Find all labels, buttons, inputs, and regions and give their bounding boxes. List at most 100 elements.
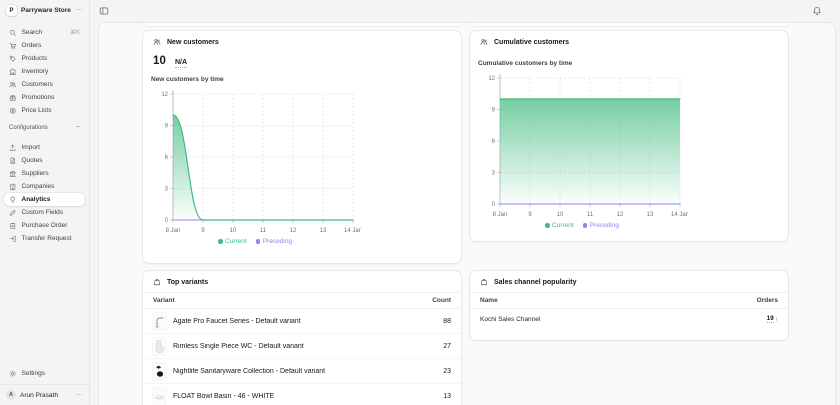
user-menu[interactable]: A Arun Prasath ⋯ — [0, 385, 89, 405]
cart-icon — [9, 42, 17, 50]
store-header: P Parryware Store ⋯ — [0, 0, 89, 19]
variant-name: FLOAT Bowl Basin - 46 - WHITE — [173, 393, 436, 400]
table-row[interactable]: FLOAT Bowl Basin - 46 - WHITE 13 — [143, 384, 461, 405]
store-name[interactable]: Parryware Store — [21, 7, 72, 14]
sidebar-item-purchase-order[interactable]: Purchase Order — [4, 219, 85, 232]
svg-text:10: 10 — [230, 228, 237, 234]
svg-text:0: 0 — [165, 218, 169, 224]
gift-icon — [9, 94, 17, 102]
legend-label: Current — [225, 238, 247, 245]
svg-text:9: 9 — [528, 212, 532, 218]
sales-channel-card: Sales channel popularity Name Orders Koc… — [469, 270, 789, 341]
table-row[interactable]: Kochi Sales Channel 19 ↑ — [470, 309, 788, 329]
svg-text:9: 9 — [201, 228, 205, 234]
sidebar-item-promotions[interactable]: Promotions — [4, 91, 85, 104]
gear-icon — [9, 370, 17, 378]
card-title: Sales channel popularity — [494, 279, 576, 286]
legend-dot-icon — [218, 239, 223, 244]
sidebar-item-label: Companies — [22, 183, 55, 190]
table-row[interactable]: Nightlife Sanitaryware Collection - Defa… — [143, 359, 461, 384]
sidebar-item-label: Import — [22, 144, 40, 151]
sidebar-item-label: Products — [22, 55, 48, 62]
variant-count: 13 — [443, 393, 451, 400]
transfer-icon — [9, 235, 17, 243]
sidebar-item-companies[interactable]: Companies — [4, 180, 85, 193]
sidebar-item-search[interactable]: Search ⌘K — [4, 26, 85, 39]
users-icon — [9, 81, 17, 89]
search-shortcut: ⌘K — [70, 29, 80, 36]
card-header: Top variants — [143, 271, 461, 292]
avatar: A — [6, 390, 16, 400]
scrolled-card-edge — [469, 22, 789, 27]
table-row[interactable]: Rimless Single Piece WC - Default varian… — [143, 334, 461, 359]
office-icon — [9, 183, 17, 191]
svg-text:14 Jan: 14 Jan — [671, 212, 688, 218]
sidebar-item-inventory[interactable]: Inventory — [4, 65, 85, 78]
bag-icon — [480, 278, 488, 286]
variant-thumbnail — [153, 388, 166, 405]
svg-text:13: 13 — [320, 228, 327, 234]
sidebar-item-price-lists[interactable]: Price Lists — [4, 104, 85, 117]
svg-text:11: 11 — [260, 228, 267, 234]
new-customers-card: New customers 10 N/A New customers by ti… — [142, 30, 462, 264]
chart-legend: CurrentPreceding — [149, 238, 361, 245]
configurations-section-header: Configurations − — [0, 117, 89, 134]
sidebar-item-quotes[interactable]: Quotes — [4, 154, 85, 167]
user-name: Arun Prasath — [20, 392, 72, 399]
legend-dot-icon — [256, 239, 261, 244]
store-menu-button[interactable]: ⋯ — [76, 7, 83, 14]
metric-delta[interactable]: N/A — [175, 59, 187, 68]
configurations-nav: Import Quotes Suppliers Companies Analyt… — [0, 134, 89, 245]
table-row[interactable]: Agate Pro Faucet Series - Default varian… — [143, 309, 461, 334]
sidebar-item-label: Transfer Request — [22, 235, 72, 242]
column-header-variant: Variant — [153, 297, 175, 304]
svg-text:8 Jan: 8 Jan — [493, 212, 508, 218]
notifications-button[interactable] — [810, 4, 824, 18]
svg-text:12: 12 — [161, 92, 168, 98]
top-variants-card: Top variants Variant Count Agate Pro Fau… — [142, 270, 462, 405]
coin-icon — [9, 107, 17, 115]
sidebar-item-label: Orders — [22, 42, 42, 49]
sidebar-item-orders[interactable]: Orders — [4, 39, 85, 52]
building-icon — [9, 68, 17, 76]
variant-name: Agate Pro Faucet Series - Default varian… — [173, 318, 436, 325]
variant-name: Rimless Single Piece WC - Default varian… — [173, 343, 436, 350]
sidebar-item-custom-fields[interactable]: Custom Fields — [4, 206, 85, 219]
pencil-icon — [9, 209, 17, 217]
orders-count[interactable]: 19 — [767, 315, 774, 323]
sidebar-item-products[interactable]: Products — [4, 52, 85, 65]
document-icon — [9, 157, 17, 165]
bulb-icon — [9, 196, 17, 204]
sidebar-item-label: Quotes — [22, 157, 43, 164]
user-menu-button[interactable]: ⋯ — [76, 392, 83, 399]
sidebar-item-label: Analytics — [22, 196, 51, 203]
topbar — [90, 0, 840, 22]
legend-item: Current — [218, 238, 247, 245]
sidebar-item-customers[interactable]: Customers — [4, 78, 85, 91]
cumulative-customers-chart: 0369128 Jan91011121314 Jan — [470, 67, 788, 222]
card-header: Sales channel popularity — [470, 271, 788, 292]
sidebar-item-analytics[interactable]: Analytics — [4, 193, 85, 206]
svg-text:0: 0 — [492, 202, 496, 208]
sidebar-item-label: Search — [22, 29, 43, 36]
variant-name: Nightlife Sanitaryware Collection - Defa… — [173, 368, 436, 375]
sidebar-item-suppliers[interactable]: Suppliers — [4, 167, 85, 180]
sidebar-item-settings[interactable]: Settings — [4, 367, 85, 380]
upload-icon — [9, 144, 17, 152]
collapse-configurations-button[interactable]: − — [76, 124, 80, 131]
sidebar-footer: Settings A Arun Prasath ⋯ — [0, 360, 89, 405]
column-header-name: Name — [480, 297, 498, 304]
svg-text:3: 3 — [492, 171, 496, 177]
sidebar-item-transfer-request[interactable]: Transfer Request — [4, 232, 85, 245]
sidebar-toggle-button[interactable] — [97, 4, 111, 18]
bell-icon — [812, 6, 822, 16]
search-icon — [9, 29, 17, 37]
sidebar-item-import[interactable]: Import — [4, 141, 85, 154]
store-logo[interactable]: P — [6, 5, 17, 16]
card-header: Cumulative customers — [470, 31, 788, 52]
svg-text:13: 13 — [647, 212, 654, 218]
svg-text:3: 3 — [165, 187, 169, 193]
legend-label: Preceding — [590, 222, 619, 229]
new-customers-chart: 0369128 Jan91011121314 Jan — [143, 83, 461, 238]
tag-icon — [9, 55, 17, 63]
